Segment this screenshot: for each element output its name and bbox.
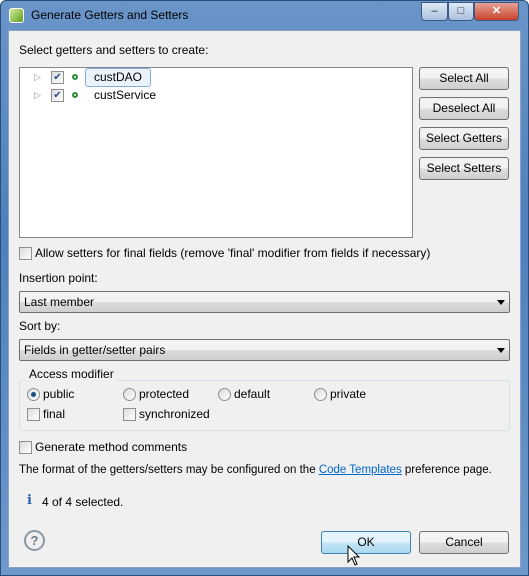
cancel-button[interactable]: Cancel (419, 531, 509, 554)
insertion-point-value: Last member (24, 295, 95, 309)
minimize-button[interactable]: ‒ (421, 2, 448, 21)
sort-by-value: Fields in getter/setter pairs (24, 343, 166, 357)
select-all-button[interactable]: Select All (419, 67, 509, 90)
radio-default-label: default (234, 387, 271, 401)
select-setters-button[interactable]: Select Setters (419, 157, 509, 180)
radio-public[interactable] (27, 388, 40, 401)
app-icon (9, 8, 24, 23)
synchronized-checkbox[interactable] (123, 408, 136, 421)
expand-icon[interactable]: ▷ (34, 72, 41, 83)
generate-comments-label: Generate method comments (35, 440, 188, 454)
deselect-all-button[interactable]: Deselect All (419, 97, 509, 120)
insertion-point-label: Insertion point: (19, 271, 98, 285)
help-icon[interactable]: ? (24, 530, 45, 551)
allow-setters-checkbox[interactable] (19, 247, 32, 260)
allow-setters-label: Allow setters for final fields (remove '… (35, 246, 431, 260)
mouse-cursor-icon (347, 545, 361, 566)
window-title: Generate Getters and Setters (31, 8, 189, 22)
format-note: The format of the getters/setters may be… (19, 464, 519, 476)
access-modifier-legend: Access modifier (26, 367, 117, 381)
radio-protected[interactable] (123, 388, 136, 401)
final-label: final (43, 407, 66, 421)
final-checkbox[interactable] (27, 408, 40, 421)
field-icon (72, 92, 78, 98)
code-templates-link[interactable]: Code Templates (319, 464, 402, 476)
insertion-point-select[interactable]: Last member (19, 291, 510, 313)
tree-label: Select getters and setters to create: (19, 43, 209, 57)
field-icon (72, 74, 78, 80)
close-button[interactable]: ✕ (474, 2, 519, 21)
format-note-text-end: preference page. (401, 464, 492, 476)
fields-tree[interactable]: ▷ ✔ custDAO ▷ ✔ custService (19, 67, 413, 238)
radio-private-label: private (330, 387, 367, 401)
chevron-down-icon (497, 348, 505, 353)
select-getters-button[interactable]: Select Getters (419, 127, 509, 150)
radio-public-label: public (43, 387, 75, 401)
expand-icon[interactable]: ▷ (34, 90, 41, 101)
checkbox-custservice[interactable]: ✔ (51, 89, 64, 102)
generate-comments-checkbox[interactable] (19, 441, 32, 454)
status-message: 4 of 4 selected. (42, 495, 124, 509)
format-note-text: The format of the getters/setters may be… (19, 464, 319, 476)
ok-button[interactable]: OK (321, 531, 411, 554)
info-icon: i (27, 493, 32, 508)
tree-item-custdao[interactable]: custDAO (85, 68, 152, 87)
maximize-button[interactable]: □ (448, 2, 474, 21)
radio-protected-label: protected (139, 387, 190, 401)
radio-private[interactable] (314, 388, 327, 401)
sort-by-label: Sort by: (19, 319, 61, 333)
radio-default[interactable] (218, 388, 231, 401)
synchronized-label: synchronized (139, 407, 210, 421)
tree-item-custservice[interactable]: custService (94, 88, 156, 102)
checkbox-custdao[interactable]: ✔ (51, 71, 64, 84)
chevron-down-icon (497, 300, 505, 305)
sort-by-select[interactable]: Fields in getter/setter pairs (19, 339, 510, 361)
